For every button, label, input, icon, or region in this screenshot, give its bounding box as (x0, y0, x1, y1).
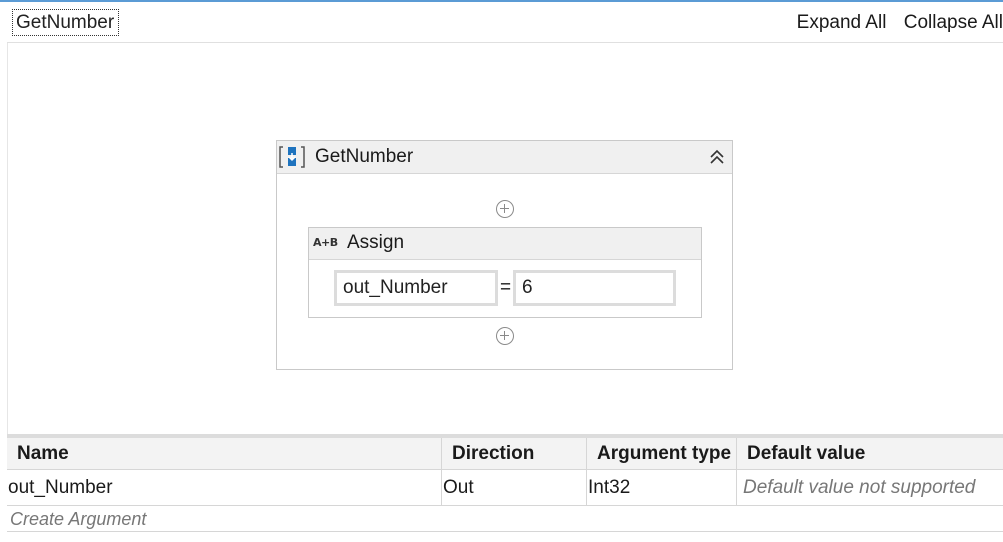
sequence-icon (279, 146, 305, 168)
add-activity-top-icon[interactable] (496, 200, 514, 218)
top-accent-line (0, 0, 1003, 2)
column-header-argument-type[interactable]: Argument type (587, 438, 737, 469)
canvas-border (7, 43, 8, 435)
assign-value-field[interactable]: 6 (513, 270, 676, 306)
argument-direction-cell[interactable]: Out (442, 470, 587, 505)
arguments-header-row: Name Direction Argument type Default val… (7, 438, 1003, 470)
assign-activity[interactable]: A+B Assign out_Number = 6 (308, 227, 702, 318)
collapse-all-link[interactable]: Collapse All (904, 12, 1003, 33)
view-actions: Expand All Collapse All (785, 10, 1003, 36)
sequence-title: GetNumber (315, 146, 414, 167)
sequence-header[interactable]: GetNumber (277, 141, 732, 174)
assign-title: Assign (347, 232, 405, 253)
header-divider (7, 42, 1003, 43)
add-activity-bottom-icon[interactable] (496, 327, 514, 345)
double-chevron-up-icon[interactable] (706, 146, 728, 168)
assign-header[interactable]: A+B Assign (309, 228, 701, 260)
column-header-name[interactable]: Name (7, 438, 442, 469)
argument-name-cell[interactable]: out_Number (7, 470, 442, 505)
assign-operator: = (500, 277, 512, 298)
assign-icon: A+B (313, 236, 338, 249)
arguments-panel: Name Direction Argument type Default val… (7, 438, 1003, 542)
assign-to-field[interactable]: out_Number (334, 270, 498, 306)
create-argument-link[interactable]: Create Argument (10, 508, 146, 530)
sequence-activity[interactable]: GetNumber A+B Assign out_Number = 6 (276, 140, 733, 370)
argument-type-cell[interactable]: Int32 (587, 470, 737, 505)
expand-all-link[interactable]: Expand All (797, 12, 887, 33)
column-header-direction[interactable]: Direction (442, 438, 587, 469)
breadcrumb[interactable]: GetNumber (12, 9, 119, 36)
column-header-default-value[interactable]: Default value (737, 438, 1003, 469)
argument-default-cell[interactable]: Default value not supported (737, 470, 1003, 505)
table-row[interactable]: out_Number Out Int32 Default value not s… (7, 470, 1003, 506)
table-bottom-border (7, 531, 1003, 532)
